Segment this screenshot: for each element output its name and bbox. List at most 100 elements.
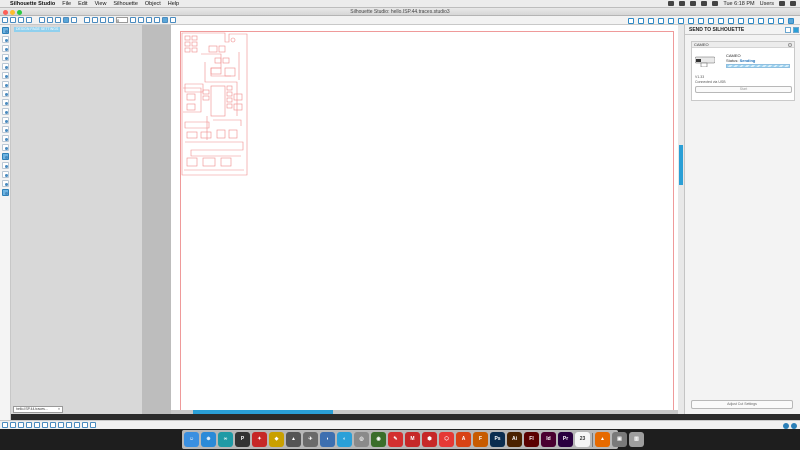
text-tool-icon[interactable] — [1, 126, 9, 133]
dock-fusion-icon[interactable]: F — [473, 432, 488, 447]
menu-object[interactable]: Object — [145, 1, 161, 7]
horizontal-scroll-thumb[interactable] — [193, 410, 333, 414]
layers-icon[interactable] — [170, 17, 176, 23]
text-style-icon[interactable] — [748, 17, 754, 24]
registration-marks-icon[interactable] — [1, 153, 9, 160]
zoom-fit-icon[interactable] — [100, 17, 106, 23]
color-fill-icon[interactable] — [1, 162, 9, 169]
delete-icon[interactable] — [90, 422, 96, 428]
pcb-trace-design[interactable] — [181, 32, 251, 177]
line-style-icon[interactable] — [658, 17, 664, 24]
dock-trash-icon[interactable]: ▥ — [629, 432, 644, 447]
wifi-icon[interactable] — [690, 1, 697, 6]
open-file-icon[interactable] — [10, 17, 16, 23]
rounded-rectangle-tool-icon[interactable] — [1, 63, 9, 70]
library-panel-icon[interactable] — [768, 17, 774, 24]
send-icon[interactable] — [26, 17, 32, 23]
grid-settings-icon[interactable] — [638, 17, 644, 24]
dock-silhouette-icon[interactable]: ◎ — [354, 432, 369, 447]
new-document-icon[interactable] — [2, 17, 8, 23]
pattern-icon[interactable] — [688, 17, 694, 24]
dock-calendar-icon[interactable]: 23 — [575, 432, 590, 447]
cut-settings-icon[interactable] — [648, 17, 654, 24]
device-card-close-icon[interactable] — [788, 43, 792, 47]
copy-icon[interactable] — [47, 17, 53, 23]
deselect-icon[interactable] — [74, 422, 80, 428]
layers-tool-icon[interactable] — [1, 171, 9, 178]
point-edit-icon[interactable] — [138, 17, 144, 23]
quick-settings-icon[interactable] — [791, 422, 797, 429]
panel-options-icon[interactable] — [785, 27, 791, 33]
dock-arduino-icon[interactable]: ∞ — [218, 432, 233, 447]
menubar-clock[interactable]: Tue 6:18 PM — [723, 1, 754, 7]
zoom-in-bottom-icon[interactable] — [2, 422, 8, 428]
status-app-icon[interactable] — [668, 1, 675, 6]
dock-preview-icon[interactable]: ▣ — [612, 432, 627, 447]
dock-indesign-icon[interactable]: Id — [541, 432, 556, 447]
dock-eagle-icon[interactable]: ◆ — [269, 432, 284, 447]
start-button[interactable]: Start — [695, 86, 792, 93]
dock-autodesk-icon[interactable]: A — [456, 432, 471, 447]
dock-sketchup-icon[interactable]: ⬢ — [422, 432, 437, 447]
vertical-scroll-thumb[interactable] — [679, 145, 683, 185]
fill-color-icon[interactable] — [668, 17, 674, 24]
spotlight-icon[interactable] — [779, 1, 785, 6]
document-tab[interactable]: hello.ISP.44.traces... × — [13, 406, 63, 413]
bluetooth-icon[interactable] — [679, 1, 686, 6]
close-tab-icon[interactable]: × — [58, 407, 60, 412]
ungroup-icon[interactable] — [58, 422, 64, 428]
freehand-tool-icon[interactable] — [1, 108, 9, 115]
curve-tool-icon[interactable] — [1, 90, 9, 97]
battery-icon[interactable] — [712, 1, 719, 6]
dock-vlc-icon[interactable]: ▲ — [595, 432, 610, 447]
zoom-select[interactable]: 0 — [116, 17, 128, 23]
dock-flash-icon[interactable]: Fl — [524, 432, 539, 447]
select-tool-icon[interactable] — [1, 27, 9, 34]
paste-icon[interactable] — [55, 17, 61, 23]
fit-page-icon[interactable] — [18, 422, 24, 428]
redo-icon[interactable] — [71, 17, 77, 23]
page-tool-icon[interactable] — [1, 189, 9, 196]
dock-inkscape-icon[interactable]: ✎ — [388, 432, 403, 447]
transform-icon[interactable] — [698, 17, 704, 24]
cut-icon[interactable] — [39, 17, 45, 23]
dock-fabmodules-icon[interactable]: ✦ — [252, 432, 267, 447]
select-all-icon[interactable] — [66, 422, 72, 428]
menu-edit[interactable]: Edit — [78, 1, 87, 7]
menu-silhouette[interactable]: Silhouette — [113, 1, 137, 7]
zoom-tool-icon[interactable] — [1, 36, 9, 43]
menu-help[interactable]: Help — [168, 1, 179, 7]
dock-wunderlist-icon[interactable]: ✈ — [303, 432, 318, 447]
design-store-icon[interactable] — [778, 17, 784, 24]
polygon-tool-icon[interactable] — [1, 81, 9, 88]
menubar-user[interactable]: Users — [760, 1, 774, 7]
dock-kicad-icon[interactable]: ◗ — [320, 432, 335, 447]
design-canvas[interactable] — [171, 25, 678, 410]
grid-icon[interactable] — [146, 17, 152, 23]
ellipse-tool-icon[interactable] — [1, 72, 9, 79]
replicate-icon[interactable] — [708, 17, 714, 24]
dock-premiere-icon[interactable]: Pr — [558, 432, 573, 447]
arc-tool-icon[interactable] — [1, 99, 9, 106]
offset-icon[interactable] — [728, 17, 734, 24]
dock-pixelmator-icon[interactable]: P — [235, 432, 250, 447]
settings-gear-icon[interactable] — [783, 422, 789, 429]
page-setup-icon[interactable] — [628, 17, 634, 24]
rectangle-tool-icon[interactable] — [1, 54, 9, 61]
dock-finder-icon[interactable]: ☺ — [184, 432, 199, 447]
trace-icon[interactable] — [738, 17, 744, 24]
pan-bottom-icon[interactable] — [34, 422, 40, 428]
store-icon[interactable] — [758, 17, 764, 24]
save-icon[interactable] — [18, 17, 24, 23]
dock-illustrator-icon[interactable]: Ai — [507, 432, 522, 447]
duplicate-icon[interactable] — [82, 422, 88, 428]
smooth-freehand-tool-icon[interactable] — [1, 117, 9, 124]
menu-app-name[interactable]: Silhouette Studio — [10, 1, 55, 7]
library-icon[interactable] — [154, 17, 160, 23]
zoom-in-icon[interactable] — [84, 17, 90, 23]
undo-icon[interactable] — [63, 17, 69, 23]
panel-collapse-icon[interactable] — [793, 27, 799, 33]
line-tool-icon[interactable] — [1, 45, 9, 52]
gradient-icon[interactable] — [678, 17, 684, 24]
eraser-tool-icon[interactable] — [1, 135, 9, 142]
